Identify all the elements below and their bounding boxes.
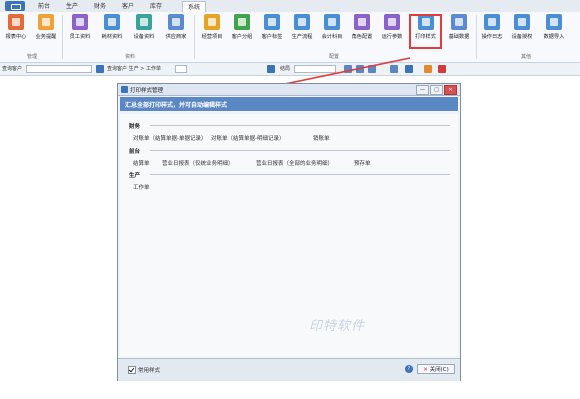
filter-icon[interactable] xyxy=(356,65,364,73)
device-auth-button[interactable]: 设备授权 xyxy=(508,14,536,48)
customer-tag-button[interactable]: 客户标签 xyxy=(258,14,286,48)
close-button-label: 关闭(C) xyxy=(429,367,449,373)
user-icon[interactable] xyxy=(438,65,446,73)
common-style-label: 常用样式 xyxy=(138,368,161,374)
ribbon-separator xyxy=(476,15,477,59)
watermark-logo: 印特软件 xyxy=(309,319,366,334)
group-label-data: 资料 xyxy=(124,54,135,60)
tab-front[interactable]: 前台 xyxy=(34,1,54,12)
query-toolbar: 查询客户 查询客户 生产 > 工作单 结局 xyxy=(0,63,580,76)
common-style-checkbox[interactable] xyxy=(128,366,136,374)
basic-data-button[interactable]: 基础数据 xyxy=(443,14,475,48)
tab-production[interactable]: 生产 xyxy=(62,1,82,12)
date-label: 结局 xyxy=(280,66,291,72)
help-icon[interactable]: ? xyxy=(405,365,413,373)
style-list-panel: 财务 对账单（结算单据-单据记录） 对账单（结算单据-明细记录） 销账单 前台 … xyxy=(120,114,458,356)
data-icon xyxy=(451,14,467,30)
rss-icon[interactable] xyxy=(424,65,432,73)
binoculars-icon[interactable] xyxy=(267,65,275,73)
ribbon-separator xyxy=(62,15,63,59)
print-style-highlight xyxy=(409,14,442,49)
clock-icon[interactable] xyxy=(405,65,413,73)
tab-inventory[interactable]: 库存 xyxy=(146,1,166,12)
minimize-button[interactable]: — xyxy=(416,85,429,95)
section-front: 前台 xyxy=(129,149,141,155)
table-icon[interactable] xyxy=(344,65,352,73)
style-item[interactable]: 营业日报表（全部的业务明细） xyxy=(256,159,333,167)
style-item[interactable]: 工作单 xyxy=(133,183,150,191)
section-divider xyxy=(150,125,450,126)
report-center-button[interactable]: 报表中心 xyxy=(2,14,30,48)
role-config-button[interactable]: 角色配置 xyxy=(348,14,376,48)
style-item[interactable]: 对账单（结算单据-单据记录） xyxy=(133,134,207,142)
material-icon xyxy=(104,14,120,30)
close-icon: ✕ xyxy=(423,367,428,373)
dialog-header-text: 汇总全部打印样式，并可自动编辑样式 xyxy=(125,102,228,109)
section-divider xyxy=(150,150,450,151)
section-divider xyxy=(150,174,450,175)
ribbon: 报表中心 业务提醒 员工资料 耗材资料 设备资料 供应商家 经营项目 客户分组 … xyxy=(0,12,580,63)
refresh-icon[interactable] xyxy=(390,65,398,73)
style-item[interactable]: 预存单 xyxy=(354,159,371,167)
section-finance: 财务 xyxy=(129,124,141,130)
supplier-button[interactable]: 供应商家 xyxy=(162,14,190,48)
customer-group-button[interactable]: 客户分组 xyxy=(228,14,256,48)
maximize-button[interactable]: □ xyxy=(430,85,443,95)
tab-finance[interactable]: 财务 xyxy=(90,1,110,12)
dialog-titlebar: 打印样式管理 — □ ✕ xyxy=(118,84,460,96)
dialog-footer: 常用样式 ? ✕ 关闭(C) xyxy=(118,358,460,381)
section-production: 生产 xyxy=(129,173,141,179)
group-label-manage: 管理 xyxy=(26,54,37,60)
group-icon xyxy=(234,14,250,30)
path-dropdown[interactable] xyxy=(175,65,187,73)
production-process-button[interactable]: 生产流程 xyxy=(288,14,316,48)
reminder-icon xyxy=(38,14,54,30)
print-style-dialog: 打印样式管理 — □ ✕ 汇总全部打印样式，并可自动编辑样式 财务 对账单（结算… xyxy=(117,83,461,381)
group-label-other: 其他 xyxy=(520,54,531,60)
style-item[interactable]: 营业日报表（仅统业务明细） xyxy=(162,159,234,167)
employee-icon xyxy=(72,14,88,30)
material-button[interactable]: 耗材资料 xyxy=(98,14,126,48)
date-input[interactable] xyxy=(294,65,336,73)
run-params-button[interactable]: 运行参数 xyxy=(378,14,406,48)
role-icon xyxy=(354,14,370,30)
style-item[interactable]: 对账单（结算单据-明细记录） xyxy=(211,134,285,142)
close-window-button[interactable]: ✕ xyxy=(444,85,457,95)
group-label-config: 配置 xyxy=(328,54,339,60)
customer-search-input[interactable] xyxy=(26,65,92,73)
app-icon xyxy=(121,86,128,93)
operation-log-button[interactable]: 操作日志 xyxy=(478,14,506,48)
tab-customer[interactable]: 客户 xyxy=(118,1,138,12)
settings-icon xyxy=(384,14,400,30)
supplier-icon xyxy=(168,14,184,30)
project-button[interactable]: 经营项目 xyxy=(198,14,226,48)
tag-icon xyxy=(264,14,280,30)
data-import-button[interactable]: 数据导入 xyxy=(540,14,568,48)
device-icon xyxy=(136,14,152,30)
view-icon[interactable] xyxy=(368,65,376,73)
process-icon xyxy=(294,14,310,30)
log-icon xyxy=(484,14,500,30)
query-path-label: 查询客户 生产 > 工作单 xyxy=(107,66,161,72)
import-icon xyxy=(546,14,562,30)
account-subject-button[interactable]: 会计科目 xyxy=(318,14,346,48)
app-menu-button[interactable] xyxy=(5,1,25,11)
auth-icon xyxy=(514,14,530,30)
dialog-header: 汇总全部打印样式，并可自动编辑样式 xyxy=(120,97,458,111)
style-item[interactable]: 结算单 xyxy=(133,159,150,167)
report-icon xyxy=(8,14,24,30)
binoculars-icon[interactable] xyxy=(96,65,104,73)
employee-button[interactable]: 员工资料 xyxy=(66,14,94,48)
close-button[interactable]: ✕ 关闭(C) xyxy=(417,364,455,374)
style-item[interactable]: 销账单 xyxy=(313,134,330,142)
device-button[interactable]: 设备资料 xyxy=(130,14,158,48)
project-icon xyxy=(204,14,220,30)
query-customer-label: 查询客户 xyxy=(2,66,23,72)
dialog-title: 打印样式管理 xyxy=(130,88,164,94)
ribbon-separator xyxy=(194,15,195,59)
business-reminder-button[interactable]: 业务提醒 xyxy=(32,14,60,48)
account-icon xyxy=(324,14,340,30)
